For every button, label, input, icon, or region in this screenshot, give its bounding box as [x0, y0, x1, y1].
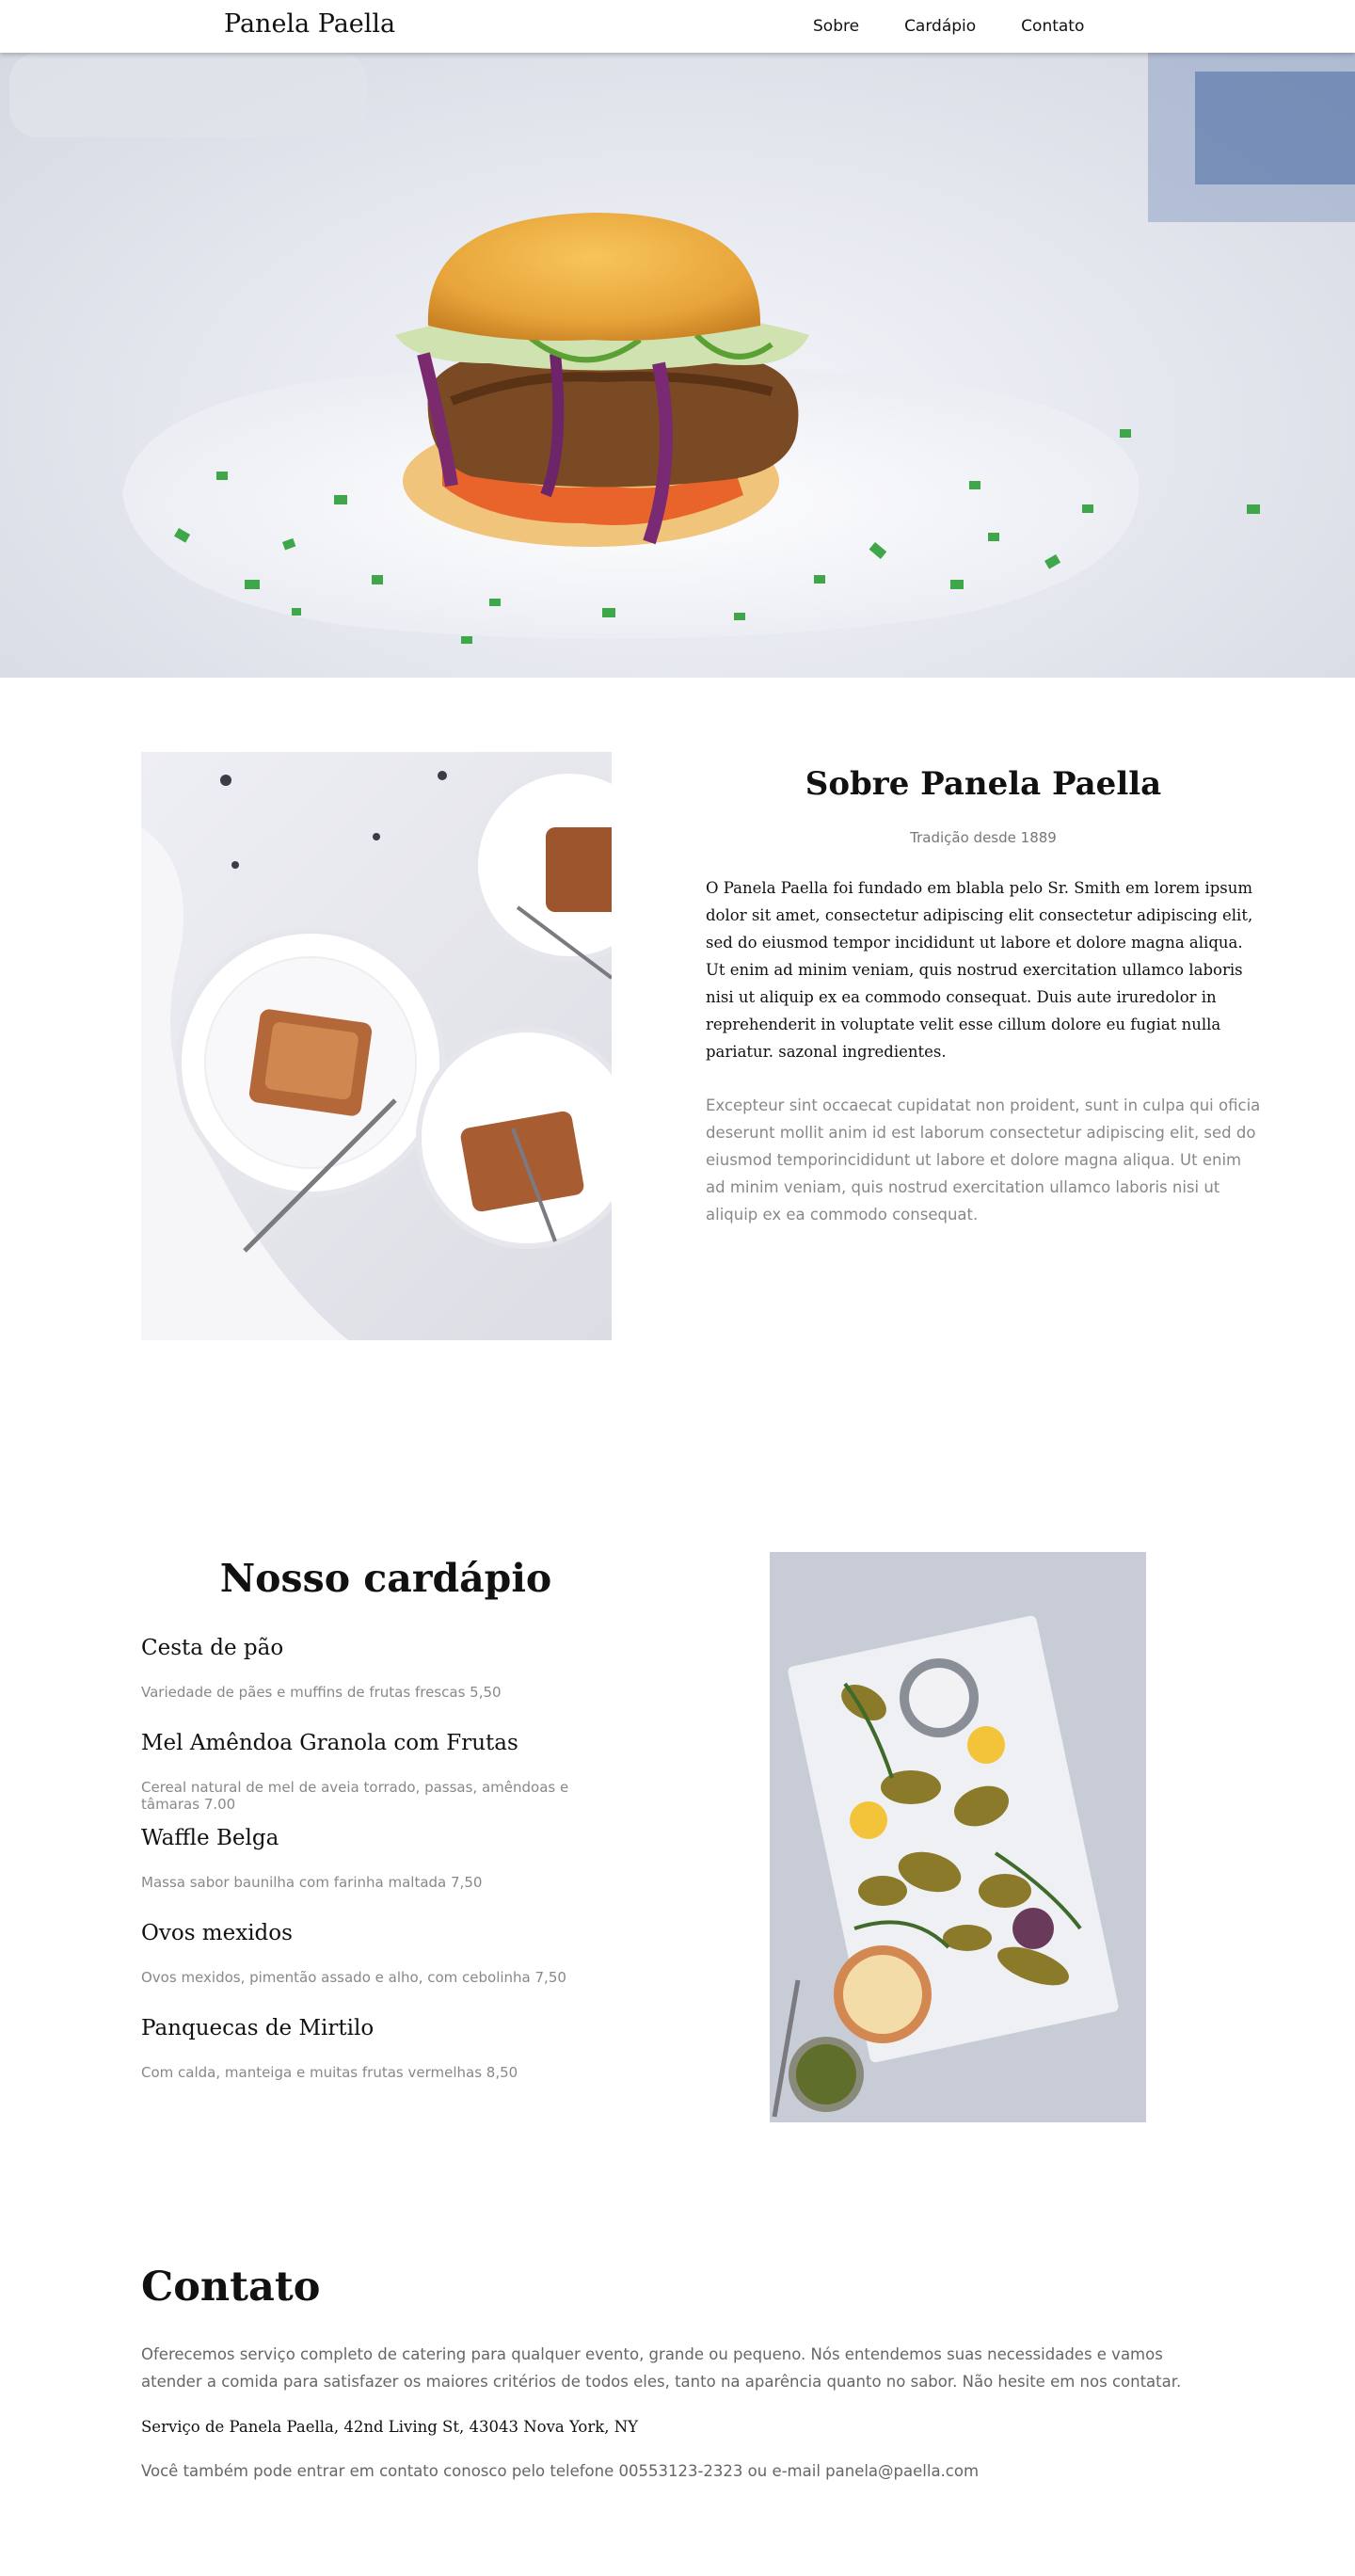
hero-image: [0, 53, 1355, 678]
contact-phone-email: Você também pode entrar em contato conos…: [141, 2462, 980, 2480]
burger-illustration: [9, 53, 1355, 644]
nav-links: Sobre Cardápio Contato: [790, 0, 1107, 53]
about-paragraph-2: Excepteur sint occaecat cupidatat non pr…: [706, 1096, 1261, 1224]
menu-item: Panquecas de Mirtilo Com calda, manteiga…: [141, 2015, 630, 2110]
contact-address: Serviço de Panela Paella, 42nd Living St…: [141, 2418, 639, 2436]
about-title: Sobre Panela Paella: [805, 765, 1162, 803]
tempura-illustration: [770, 1552, 1146, 2122]
menu-item-name: Mel Amêndoa Granola com Frutas: [141, 1731, 518, 1755]
top-navbar: Panela Paella Sobre Cardápio Contato: [0, 0, 1355, 53]
about-section: Sobre Panela Paella Tradição desde 1889 …: [706, 752, 1261, 1228]
menu-item-description: Ovos mexidos, pimentão assado e alho, co…: [141, 1969, 566, 1986]
brand-logo[interactable]: Panela Paella: [224, 9, 395, 39]
about-paragraph-1: O Panela Paella foi fundado em blabla pe…: [706, 879, 1253, 1061]
contact-paragraph: Oferecemos serviço completo de catering …: [141, 2345, 1182, 2391]
contact-title: Contato: [141, 2264, 321, 2311]
menu-item: Cesta de pão Variedade de pães e muffins…: [141, 1635, 630, 1730]
menu-item: Ovos mexidos Ovos mexidos, pimentão assa…: [141, 1920, 630, 2015]
menu-item-description: Com calda, manteiga e muitas frutas verm…: [141, 2064, 518, 2081]
nav-link-cardapio[interactable]: Cardápio: [882, 17, 998, 36]
nav-link-sobre[interactable]: Sobre: [790, 17, 882, 36]
menu-title: Nosso cardápio: [219, 1556, 552, 1601]
menu-item-name: Cesta de pão: [141, 1636, 284, 1660]
menu-item-name: Waffle Belga: [141, 1826, 279, 1850]
menu-item-description: Cereal natural de mel de aveia torrado, …: [141, 1779, 569, 1813]
menu-item-description: Massa sabor baunilha com farinha maltada…: [141, 1874, 483, 1891]
about-image: [141, 752, 612, 1340]
menu-section: Nosso cardápio Cesta de pão Variedade de…: [141, 1552, 630, 2110]
menu-item: Mel Amêndoa Granola com Frutas Cereal na…: [141, 1730, 630, 1825]
menu-item-description: Variedade de pães e muffins de frutas fr…: [141, 1684, 502, 1701]
contact-section: Contato Oferecemos serviço completo de c…: [141, 2264, 1214, 2480]
menu-item-name: Panquecas de Mirtilo: [141, 2016, 375, 2040]
menu-image: [770, 1552, 1146, 2122]
about-subtitle: Tradição desde 1889: [910, 829, 1057, 846]
menu-item: Waffle Belga Massa sabor baunilha com fa…: [141, 1825, 630, 1920]
menu-item-name: Ovos mexidos: [141, 1921, 293, 1945]
nav-link-contato[interactable]: Contato: [998, 17, 1107, 36]
tart-illustration: [141, 768, 612, 1340]
